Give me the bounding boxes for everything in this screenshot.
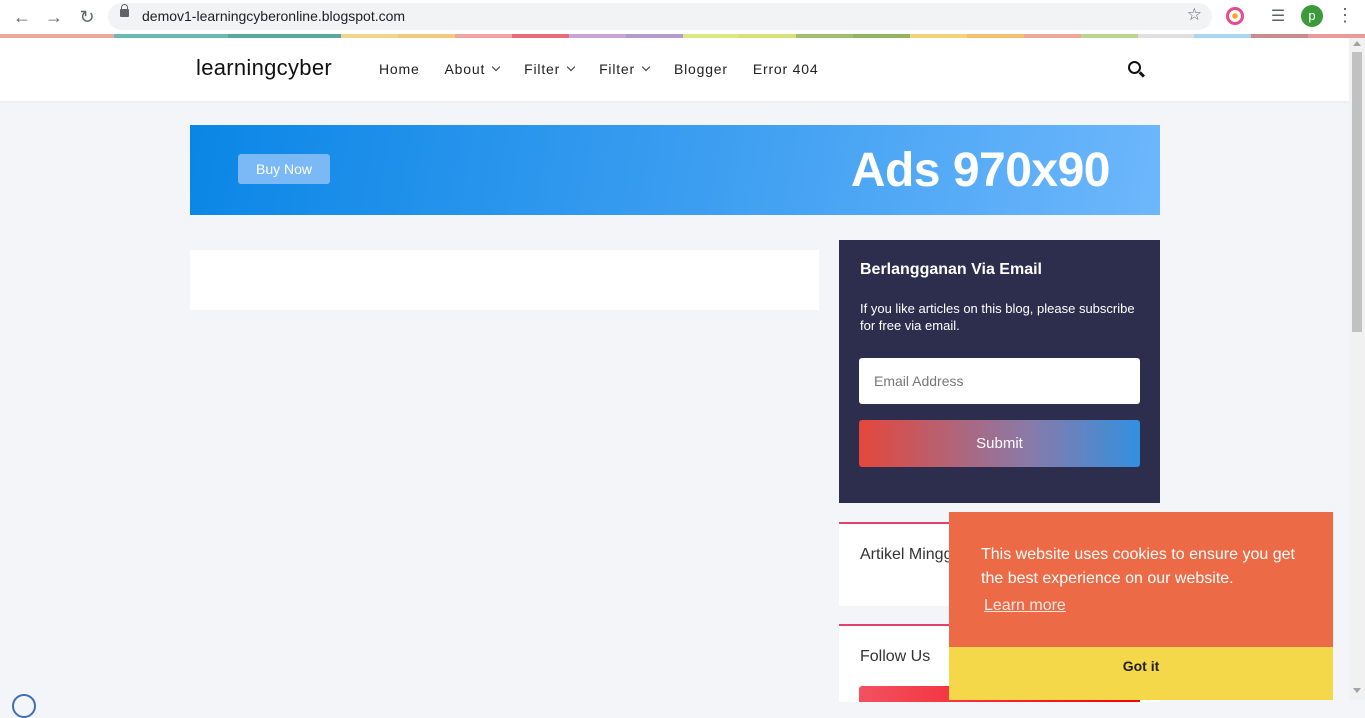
search-icon[interactable]	[1128, 61, 1146, 79]
browser-toolbar: ← → ↻ demov1-learningcyberonline.blogspo…	[0, 0, 1365, 34]
got-it-button[interactable]: Got it	[949, 647, 1333, 700]
floating-badge-icon[interactable]	[12, 694, 36, 718]
chevron-down-icon	[641, 62, 651, 72]
cookie-message: This website uses cookies to ensure you …	[981, 546, 1295, 587]
main-content-box	[190, 250, 819, 310]
menu-item-error-404[interactable]: Error 404	[753, 61, 819, 77]
menu-item-filter-2[interactable]: Filter	[599, 61, 651, 77]
menu-label: About	[444, 61, 486, 77]
site-header: learningcyber Home About Filter Filter B…	[0, 38, 1349, 101]
chevron-down-icon	[491, 62, 501, 72]
subscribe-widget: Berlangganan Via Email If you like artic…	[839, 240, 1160, 503]
scrollbar-thumb[interactable]	[1352, 52, 1362, 332]
learn-more-link[interactable]: Learn more	[984, 597, 1066, 615]
page-scrollbar[interactable]	[1349, 38, 1365, 700]
menu-item-blogger[interactable]: Blogger	[674, 61, 728, 77]
menu-label: Blogger	[673, 61, 728, 77]
ads-banner[interactable]: Buy Now Ads 970x90	[190, 125, 1160, 215]
back-arrow-icon[interactable]: ←	[10, 5, 34, 29]
menu-label: Error 404	[752, 61, 819, 77]
lock-icon	[120, 4, 129, 17]
site-logo[interactable]: learningcyber	[196, 55, 332, 81]
browser-menu-icon[interactable]: ⋮	[1336, 5, 1354, 26]
scroll-down-arrow-icon[interactable]	[1353, 688, 1361, 693]
follow-us-title: Follow Us	[860, 648, 931, 665]
ads-banner-text: Ads 970x90	[850, 144, 1111, 197]
bookmark-star-icon[interactable]: ☆	[1187, 5, 1202, 25]
main-menu: Home About Filter Filter Blogger Error 4…	[379, 61, 818, 77]
menu-item-home[interactable]: Home	[379, 61, 420, 77]
buy-now-button[interactable]: Buy Now	[238, 154, 330, 184]
reload-icon[interactable]: ↻	[75, 5, 99, 29]
extension-target-icon[interactable]	[1226, 7, 1244, 25]
forward-arrow-icon[interactable]: →	[42, 5, 66, 29]
subscribe-title: Berlangganan Via Email	[860, 261, 1042, 278]
email-field[interactable]	[859, 358, 1140, 404]
cookie-consent-banner: This website uses cookies to ensure you …	[949, 512, 1333, 700]
media-queue-icon[interactable]: ☰	[1266, 5, 1290, 29]
menu-label: Filter	[524, 61, 561, 77]
address-bar[interactable]: demov1-learningcyberonline.blogspot.com …	[108, 3, 1212, 30]
menu-item-filter-1[interactable]: Filter	[524, 61, 576, 77]
submit-button[interactable]: Submit	[859, 420, 1140, 467]
subscribe-description: If you like articles on this blog, pleas…	[860, 301, 1135, 333]
menu-item-about[interactable]: About	[444, 61, 501, 77]
address-bar-url[interactable]: demov1-learningcyberonline.blogspot.com	[142, 8, 405, 24]
menu-label: Home	[379, 61, 420, 77]
profile-avatar[interactable]: p	[1301, 5, 1323, 27]
chevron-down-icon	[566, 62, 576, 72]
scroll-up-arrow-icon[interactable]	[1353, 41, 1361, 46]
menu-label: Filter	[599, 61, 635, 77]
